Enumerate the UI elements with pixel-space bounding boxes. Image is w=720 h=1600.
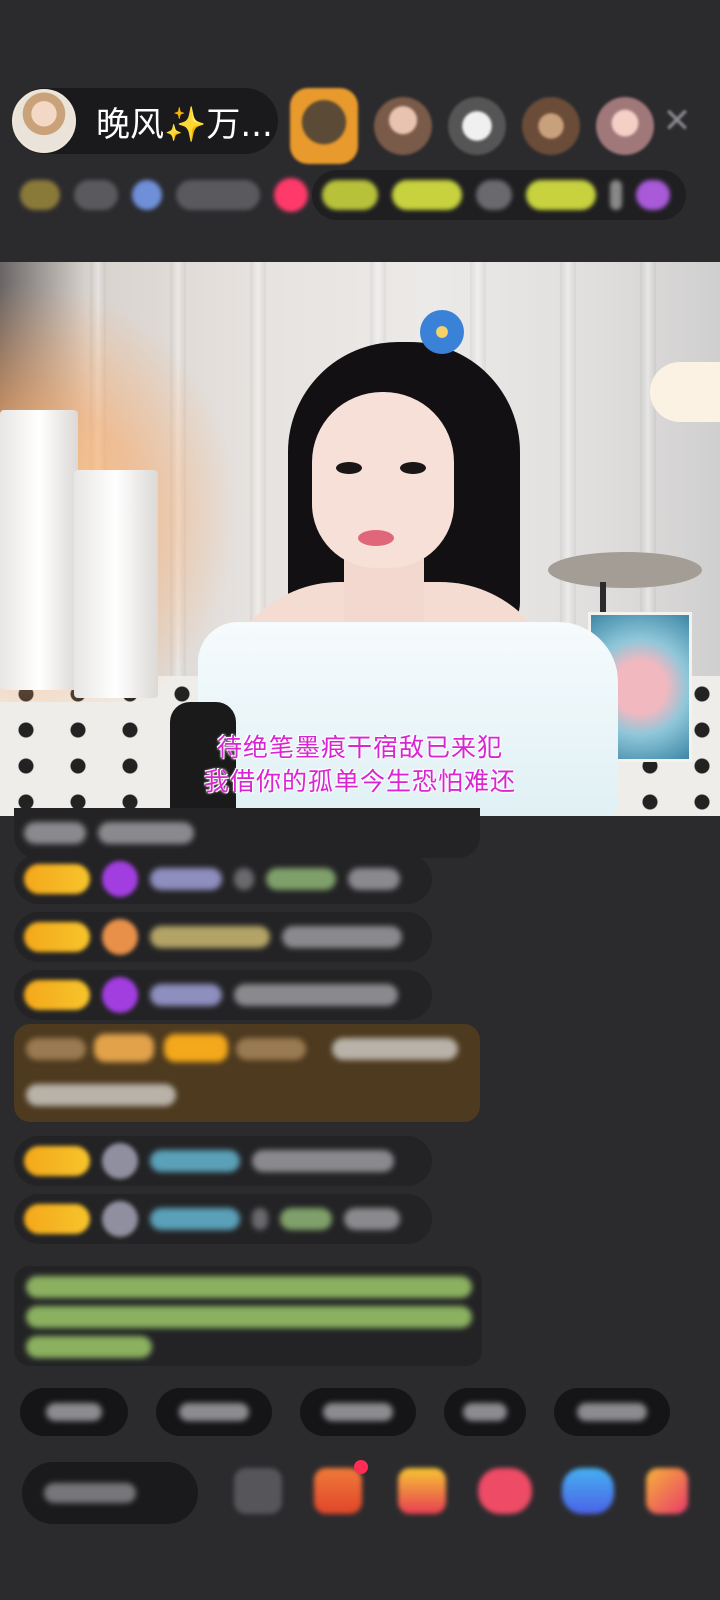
level-badge — [24, 864, 90, 894]
username — [150, 868, 222, 890]
comment-input[interactable] — [22, 1462, 198, 1524]
rank-text — [322, 180, 378, 210]
chat-message[interactable] — [14, 1194, 432, 1244]
message-text — [234, 984, 398, 1006]
host-name: 晚风✨万... — [96, 104, 273, 145]
message-text — [344, 1208, 400, 1230]
viewer-avatar[interactable] — [290, 88, 358, 164]
level-badge — [24, 980, 90, 1010]
quick-reply-chip[interactable] — [444, 1388, 526, 1436]
streamer-mouth — [358, 530, 394, 546]
message-text — [24, 822, 86, 844]
top-viewers-list — [290, 88, 654, 164]
rank-text — [392, 180, 462, 210]
diamond-icon — [102, 977, 138, 1013]
message-text — [98, 822, 194, 844]
message-text — [234, 868, 254, 890]
level-badge — [24, 922, 90, 952]
viewer-avatar[interactable] — [596, 97, 654, 155]
level-badge — [164, 1034, 228, 1062]
bottom-action-bar — [0, 1452, 720, 1542]
username — [266, 868, 336, 890]
rank-text — [526, 180, 596, 210]
username — [150, 926, 270, 948]
user-icon — [102, 1201, 138, 1237]
chat-message[interactable] — [14, 1136, 432, 1186]
gift-announcement[interactable] — [14, 1024, 480, 1122]
level-badge — [24, 1146, 90, 1176]
message-text — [26, 1038, 86, 1060]
system-notice — [14, 1266, 482, 1366]
more-apps-icon[interactable] — [562, 1468, 614, 1514]
close-icon[interactable]: ✕ — [660, 104, 694, 138]
host-info-pill[interactable]: 晚风✨万... — [12, 88, 278, 154]
level-badge — [24, 1204, 90, 1234]
notice-text — [26, 1336, 152, 1358]
message-text — [332, 1038, 458, 1060]
lyrics-line-2: 我借你的孤单今生恐怕难还 — [203, 767, 516, 796]
viewer-avatar[interactable] — [522, 97, 580, 155]
message-text — [252, 1208, 268, 1230]
chat-message[interactable] — [14, 912, 432, 962]
message-text — [348, 868, 400, 890]
notice-text — [26, 1276, 472, 1298]
red-packet-icon[interactable] — [398, 1468, 446, 1514]
emoji-icon[interactable] — [234, 1468, 282, 1514]
side-table — [548, 552, 702, 588]
streamer-eye — [400, 462, 426, 474]
username — [150, 984, 222, 1006]
rank-text — [476, 180, 512, 210]
shop-icon[interactable] — [646, 1468, 688, 1514]
pedestal — [74, 470, 158, 698]
username — [280, 1208, 332, 1230]
quick-reply-chip[interactable] — [300, 1388, 416, 1436]
diamond-icon — [102, 861, 138, 897]
chat-message[interactable] — [14, 808, 480, 858]
message-text — [252, 1150, 394, 1172]
flower-hairpin — [420, 310, 464, 354]
pedestal — [0, 410, 78, 690]
viewer-avatar[interactable] — [448, 97, 506, 155]
host-avatar[interactable] — [12, 89, 76, 153]
quick-reply-bar — [20, 1388, 670, 1436]
stat-text — [176, 180, 260, 210]
lyrics-line-1: 待绝笔墨痕干宿敌已来犯 — [216, 733, 503, 762]
message-text — [282, 926, 402, 948]
username — [150, 1150, 240, 1172]
floor-lamp — [650, 362, 720, 422]
game-icon[interactable] — [478, 1468, 532, 1514]
username — [236, 1038, 306, 1060]
streamer-eye — [336, 462, 362, 474]
message-text — [26, 1084, 176, 1106]
user-icon — [102, 1143, 138, 1179]
quick-reply-chip[interactable] — [554, 1388, 670, 1436]
guard-icon[interactable] — [636, 180, 670, 210]
chat-message[interactable] — [14, 854, 432, 904]
notice-text — [26, 1306, 472, 1328]
heart-icon[interactable] — [274, 178, 308, 212]
username — [150, 1208, 240, 1230]
stat-text — [74, 180, 118, 210]
fan-icon — [102, 919, 138, 955]
chat-message[interactable] — [14, 970, 432, 1020]
viewer-avatar[interactable] — [374, 97, 432, 155]
fan-badge — [132, 180, 162, 210]
live-video[interactable]: 待绝笔墨痕干宿敌已来犯 我借你的孤单今生恐怕难还 — [0, 262, 720, 816]
chevron-right-icon[interactable] — [610, 180, 622, 210]
level-badge — [94, 1034, 154, 1062]
room-stats-row — [20, 174, 700, 216]
quick-reply-chip[interactable] — [20, 1388, 128, 1436]
gift-box-icon[interactable] — [314, 1468, 362, 1514]
notification-dot — [354, 1460, 368, 1474]
level-badge — [20, 180, 60, 210]
quick-reply-chip[interactable] — [156, 1388, 272, 1436]
